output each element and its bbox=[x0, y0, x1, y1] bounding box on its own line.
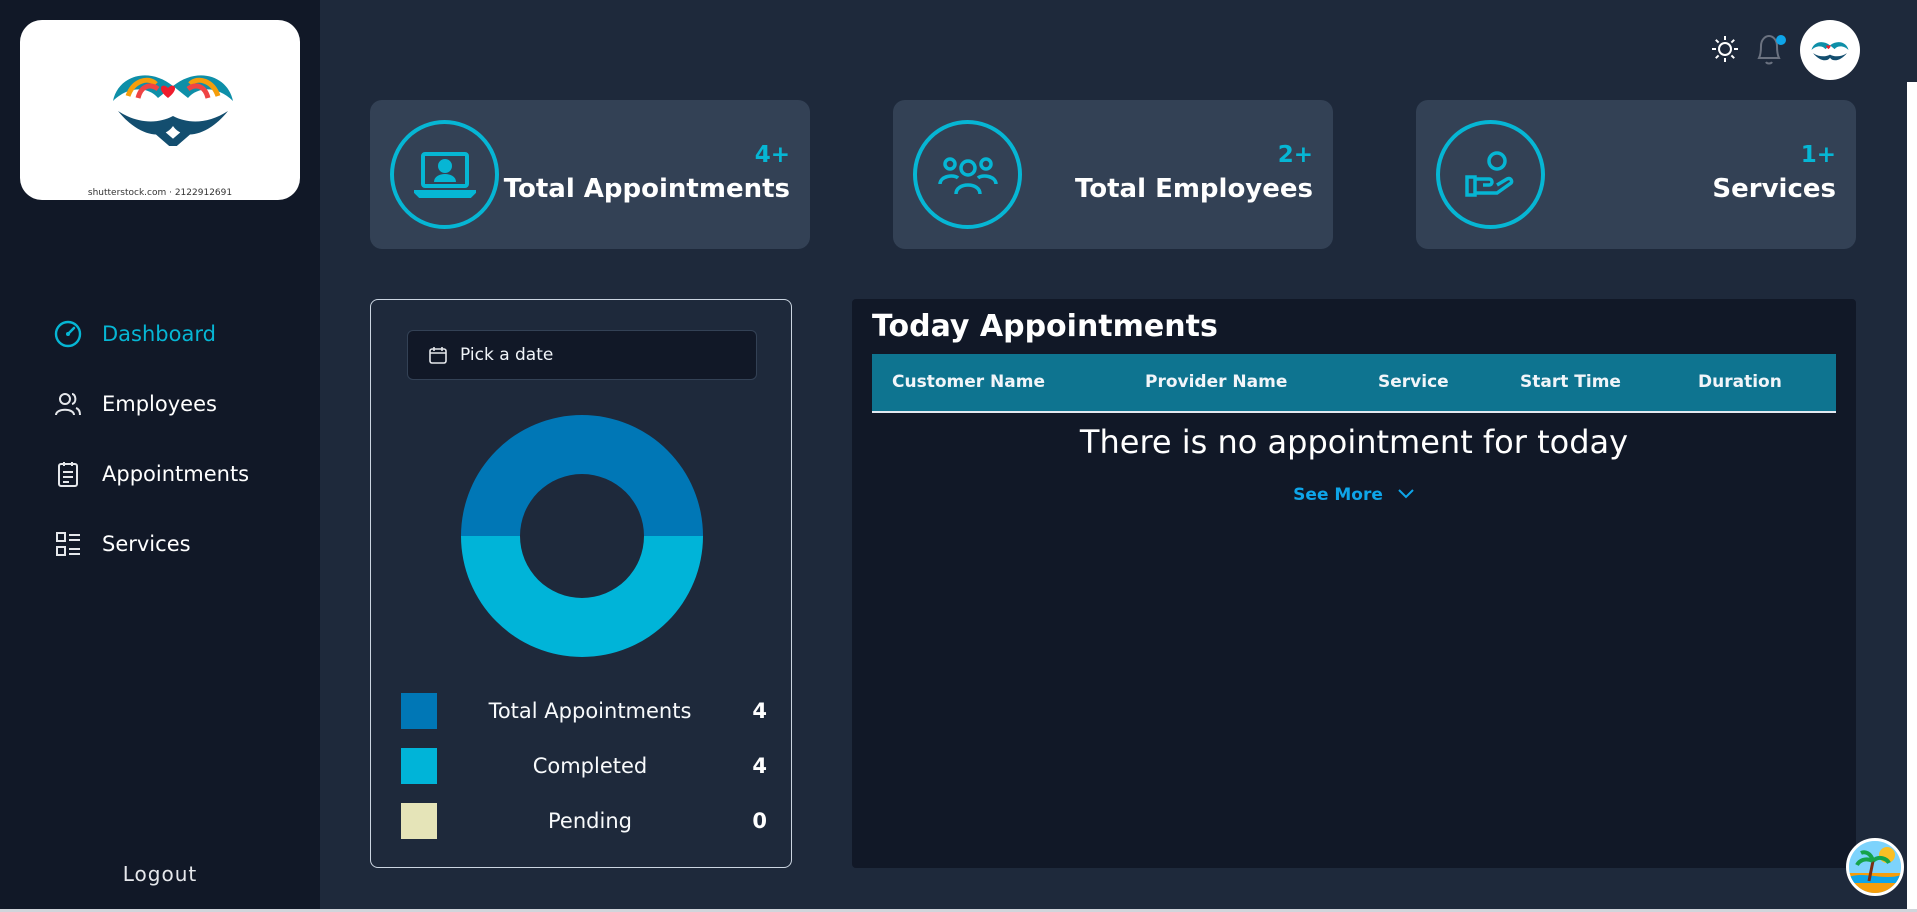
sidebar-item-label: Appointments bbox=[102, 462, 250, 486]
legend-item: Pending 0 bbox=[401, 803, 767, 839]
logo-hands-icon bbox=[1811, 42, 1849, 61]
legend-value: 4 bbox=[752, 699, 767, 723]
panel-title: Today Appointments bbox=[872, 309, 1218, 344]
legend-label: Completed bbox=[532, 754, 648, 778]
column-header[interactable]: Customer Name bbox=[892, 354, 1045, 411]
today-appointments-panel: Today Appointments Customer Name Provide… bbox=[852, 299, 1856, 868]
column-header[interactable]: Duration bbox=[1698, 354, 1782, 411]
legend-swatch bbox=[401, 693, 437, 729]
stat-count: 1+ bbox=[1800, 142, 1836, 168]
sidebar-item-services[interactable]: Services bbox=[52, 524, 191, 564]
empty-state-message: There is no appointment for today bbox=[1079, 423, 1629, 461]
theme-toggle-button[interactable] bbox=[1710, 34, 1740, 68]
donut-slice-completed[interactable] bbox=[461, 536, 703, 657]
donut-slice-total-appointments[interactable] bbox=[461, 415, 703, 536]
list-grid-icon bbox=[52, 528, 84, 560]
stat-count: 4+ bbox=[754, 142, 790, 168]
sidebar-item-employees[interactable]: Employees bbox=[52, 384, 217, 424]
sidebar-item-label: Services bbox=[102, 532, 191, 556]
legend-label: Total Appointments bbox=[488, 699, 692, 723]
sun-icon bbox=[1712, 36, 1738, 62]
hand-user-icon bbox=[1436, 120, 1545, 229]
sidebar-item-label: Dashboard bbox=[102, 322, 216, 346]
logo-caption: shutterstock.com · 2122912691 bbox=[87, 188, 233, 198]
sidebar-item-dashboard[interactable]: Dashboard bbox=[52, 314, 216, 354]
users-icon bbox=[52, 388, 84, 420]
gauge-icon bbox=[52, 318, 84, 350]
sidebar-item-label: Employees bbox=[102, 392, 217, 416]
group-icon bbox=[913, 120, 1022, 229]
legend-value: 4 bbox=[752, 754, 767, 778]
stat-label: Total Appointments bbox=[503, 174, 790, 204]
stat-card-employees: 2+ Total Employees bbox=[893, 100, 1333, 249]
legend-value: 0 bbox=[752, 809, 767, 833]
date-picker[interactable]: Pick a date bbox=[407, 330, 757, 380]
logout-button[interactable]: Logout bbox=[0, 862, 320, 886]
stat-card-services: 1+ Services bbox=[1416, 100, 1856, 249]
legend-swatch bbox=[401, 803, 437, 839]
see-more-button[interactable]: See More bbox=[852, 485, 1856, 505]
see-more-label: See More bbox=[1293, 485, 1383, 505]
laptop-user-icon bbox=[390, 120, 499, 229]
stat-card-appointments: 4+ Total Appointments bbox=[370, 100, 810, 249]
logo-hands-icon bbox=[113, 75, 233, 146]
floating-beach-button[interactable] bbox=[1846, 838, 1904, 896]
legend-swatch bbox=[401, 748, 437, 784]
beach-icon bbox=[1849, 841, 1901, 893]
table-header: Customer Name Provider Name Service Star… bbox=[872, 354, 1836, 413]
column-header[interactable]: Start Time bbox=[1520, 354, 1621, 411]
legend-item: Total Appointments 4 bbox=[401, 693, 767, 729]
legend-label: Pending bbox=[548, 809, 632, 833]
chevron-down-icon bbox=[1397, 485, 1415, 505]
scrollbar[interactable] bbox=[1907, 82, 1917, 912]
appointments-chart-card: Pick a date Total Appointments 4 Complet… bbox=[370, 299, 792, 868]
legend-item: Completed 4 bbox=[401, 748, 767, 784]
avatar[interactable] bbox=[1800, 20, 1860, 80]
notification-badge bbox=[1776, 35, 1786, 45]
column-header[interactable]: Provider Name bbox=[1145, 354, 1287, 411]
sidebar: shutterstock.com · 2122912691 Dashboard … bbox=[0, 0, 320, 912]
column-header[interactable]: Service bbox=[1378, 354, 1449, 411]
stat-label: Total Employees bbox=[1074, 174, 1313, 204]
donut-chart bbox=[461, 415, 703, 657]
calendar-icon bbox=[429, 347, 447, 364]
stat-label: Services bbox=[1712, 174, 1836, 204]
stat-count: 2+ bbox=[1277, 142, 1313, 168]
clipboard-icon bbox=[52, 458, 84, 490]
logo[interactable]: shutterstock.com · 2122912691 bbox=[20, 20, 300, 200]
sidebar-item-appointments[interactable]: Appointments bbox=[52, 454, 249, 494]
date-picker-placeholder: Pick a date bbox=[460, 345, 554, 365]
